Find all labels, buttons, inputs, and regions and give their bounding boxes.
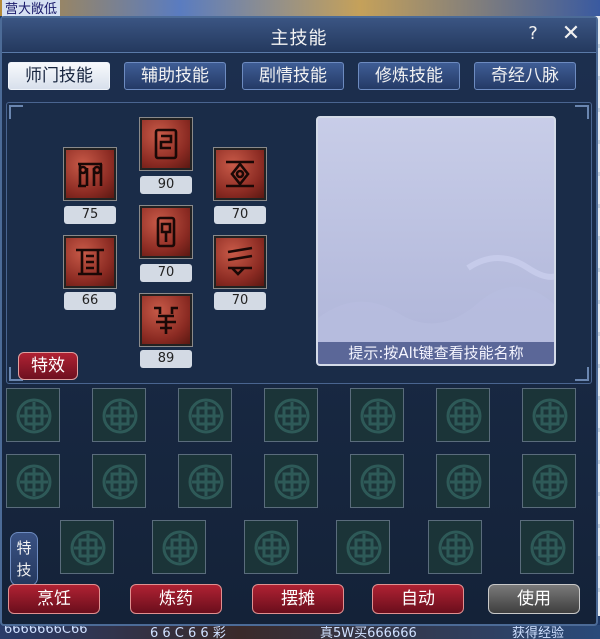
special-slot-empty[interactable]	[152, 520, 206, 574]
background-bottom-strip: 6666666C66 6 6 C 6 6 彩 真5W买666666 获得经验	[0, 625, 600, 639]
skill-level-1: 75	[64, 206, 116, 224]
slot-empty[interactable]	[522, 454, 576, 508]
slot-empty[interactable]	[92, 454, 146, 508]
slot-empty[interactable]	[178, 454, 232, 508]
tab-meridian-skills[interactable]: 奇经八脉	[474, 62, 576, 90]
tab-school-skills[interactable]: 师门技能	[8, 62, 110, 90]
special-slot-empty[interactable]	[244, 520, 298, 574]
window-title: 主技能	[270, 28, 328, 49]
skill-slot-5[interactable]	[139, 205, 193, 259]
close-button[interactable]: ✕	[558, 22, 584, 46]
knot-pattern-icon	[188, 398, 224, 434]
rune-beast-icon	[154, 306, 178, 334]
slot-empty[interactable]	[436, 388, 490, 442]
cook-button[interactable]: 烹饪	[8, 584, 100, 614]
slot-empty[interactable]	[350, 454, 404, 508]
knot-pattern-icon	[360, 398, 396, 434]
alchemy-button[interactable]: 炼药	[130, 584, 222, 614]
title-bar[interactable]: 主技能 ? ✕	[2, 18, 596, 53]
knot-pattern-icon	[446, 398, 482, 434]
background-top-text: 营大敞低	[2, 0, 61, 17]
tab-cultivation-skills[interactable]: 修炼技能	[358, 62, 460, 90]
special-slot-empty[interactable]	[428, 520, 482, 574]
knot-pattern-icon	[102, 398, 138, 434]
slot-empty[interactable]	[264, 388, 318, 442]
knot-pattern-icon	[532, 398, 568, 434]
effect-button[interactable]: 特效	[18, 352, 78, 380]
special-slot-empty[interactable]	[336, 520, 390, 574]
knot-pattern-icon	[102, 464, 138, 500]
skill-level-4: 66	[64, 292, 116, 310]
background-bottom-text: 获得经验	[512, 626, 565, 639]
skill-info-box: 提示:按Alt键查看技能名称	[316, 116, 556, 366]
rune-star-icon	[226, 160, 254, 188]
rune-grid-icon	[78, 162, 103, 188]
rune-hall-icon	[76, 248, 104, 276]
knot-pattern-icon	[274, 464, 310, 500]
background-bottom-text: 真5W买666666	[320, 626, 417, 639]
knot-pattern-icon	[360, 464, 396, 500]
knot-pattern-icon	[162, 530, 198, 566]
panel-corner	[575, 105, 589, 119]
knot-pattern-icon	[532, 464, 568, 500]
skill-slot-1[interactable]	[63, 147, 117, 201]
knot-pattern-icon	[274, 398, 310, 434]
special-skill-label: 特技	[10, 532, 38, 586]
knot-pattern-icon	[446, 464, 482, 500]
skill-slot-3[interactable]	[213, 147, 267, 201]
knot-pattern-icon	[188, 464, 224, 500]
skill-slot-2[interactable]	[139, 117, 193, 171]
knot-pattern-icon	[346, 530, 382, 566]
special-slot-empty[interactable]	[520, 520, 574, 574]
slot-empty[interactable]	[92, 388, 146, 442]
stall-button[interactable]: 摆摊	[252, 584, 344, 614]
skill-slot-4[interactable]	[63, 235, 117, 289]
use-button[interactable]: 使用	[488, 584, 580, 614]
auto-button[interactable]: 自动	[372, 584, 464, 614]
rune-wind-icon	[227, 246, 253, 276]
slot-empty[interactable]	[436, 454, 490, 508]
rune-door-icon	[156, 216, 176, 248]
special-slot-empty[interactable]	[60, 520, 114, 574]
knot-pattern-icon	[16, 398, 52, 434]
knot-pattern-icon	[16, 464, 52, 500]
cloud-pattern-icon	[318, 255, 554, 364]
background-bottom-text: 6666666C66	[4, 625, 88, 637]
slot-empty[interactable]	[6, 388, 60, 442]
slot-empty[interactable]	[264, 454, 318, 508]
panel-corner	[9, 105, 23, 119]
slot-empty[interactable]	[350, 388, 404, 442]
panel-corner	[575, 367, 589, 381]
skill-level-2: 90	[140, 176, 192, 194]
knot-pattern-icon	[70, 530, 106, 566]
knot-pattern-icon	[254, 530, 290, 566]
skill-level-3: 70	[214, 206, 266, 224]
knot-pattern-icon	[438, 530, 474, 566]
slot-empty[interactable]	[178, 388, 232, 442]
skill-level-7: 89	[140, 350, 192, 368]
background-top-strip: 营大敞低	[0, 0, 600, 17]
skill-level-6: 70	[214, 292, 266, 310]
knot-pattern-icon	[530, 530, 566, 566]
slot-empty[interactable]	[522, 388, 576, 442]
help-button[interactable]: ?	[522, 22, 544, 46]
rune-spiral-icon	[154, 128, 178, 160]
skill-level-5: 70	[140, 264, 192, 282]
slot-empty[interactable]	[6, 454, 60, 508]
skill-window: 主技能 ? ✕ 师门技能 辅助技能 剧情技能 修炼技能 奇经八脉 75 90 7…	[0, 16, 598, 626]
background-bottom-text: 6 6 C 6 6 彩	[150, 626, 226, 639]
skill-slot-6[interactable]	[213, 235, 267, 289]
tab-support-skills[interactable]: 辅助技能	[124, 62, 226, 90]
skill-slot-7[interactable]	[139, 293, 193, 347]
info-hint-text: 提示:按Alt键查看技能名称	[318, 342, 554, 364]
tab-story-skills[interactable]: 剧情技能	[242, 62, 344, 90]
